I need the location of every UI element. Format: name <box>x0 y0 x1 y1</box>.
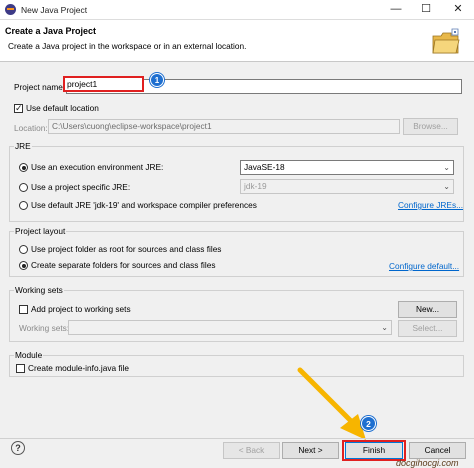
jre-option3-radio[interactable] <box>19 201 28 210</box>
jre-option1-label: Use an execution environment JRE: <box>31 162 164 172</box>
wizard-header: Create a Java Project Create a Java proj… <box>0 20 474 62</box>
step-badge-1: 1 <box>150 73 164 87</box>
wizard-title: Create a Java Project <box>5 26 97 36</box>
window-titlebar: New Java Project — ☐ ✕ <box>0 0 474 20</box>
jre-option2-label: Use a project specific JRE: <box>31 182 131 192</box>
layout-option2-label: Create separate folders for sources and … <box>31 260 216 270</box>
chevron-down-icon: ⌄ <box>381 323 388 332</box>
use-default-location-checkbox[interactable] <box>14 103 23 114</box>
footer-separator <box>0 438 474 439</box>
add-to-working-sets-label: Add project to working sets <box>31 304 131 314</box>
project-name-highlight: project1 <box>63 76 144 92</box>
wizard-subtitle: Create a Java project in the workspace o… <box>8 41 247 51</box>
use-default-location-label: Use default location <box>26 103 99 113</box>
minimize-button[interactable]: — <box>389 2 403 16</box>
jre-option1-radio[interactable] <box>19 163 28 172</box>
close-button[interactable]: ✕ <box>451 2 465 16</box>
select-working-sets-button[interactable]: Select... <box>398 320 457 337</box>
jre-environment-value: JavaSE-18 <box>244 162 285 172</box>
annotation-arrow <box>297 367 366 440</box>
create-module-info-checkbox[interactable] <box>16 364 25 373</box>
chevron-down-icon: ⌄ <box>443 182 450 191</box>
new-folder-icon <box>432 28 460 54</box>
next-button[interactable]: Next > <box>282 442 339 459</box>
project-name-label: Project name: <box>14 82 66 92</box>
finish-button[interactable]: Finish <box>345 442 403 459</box>
jre-specific-select[interactable]: jdk-19 ⌄ <box>240 179 454 194</box>
eclipse-icon <box>5 4 16 15</box>
layout-option1-radio[interactable] <box>19 245 28 254</box>
jre-option2-radio[interactable] <box>19 183 28 192</box>
jre-specific-value: jdk-19 <box>244 181 267 191</box>
jre-option3-label: Use default JRE 'jdk-19' and workspace c… <box>31 200 257 210</box>
project-name-value: project1 <box>67 79 98 89</box>
configure-default-link[interactable]: Configure default... <box>389 261 459 271</box>
jre-group-label: JRE <box>14 141 32 151</box>
cancel-button[interactable]: Cancel <box>409 442 466 459</box>
module-group-label: Module <box>14 350 44 360</box>
create-module-info-label: Create module-info.java file <box>28 363 129 373</box>
jre-environment-select[interactable]: JavaSE-18 ⌄ <box>240 160 454 175</box>
browse-button[interactable]: Browse... <box>403 118 458 135</box>
working-sets-label: Working sets: <box>19 323 70 333</box>
chevron-down-icon: ⌄ <box>443 163 450 172</box>
location-input[interactable]: C:\Users\cuong\eclipse-workspace\project… <box>48 119 400 134</box>
layout-option1-label: Use project folder as root for sources a… <box>31 244 222 254</box>
working-sets-group-label: Working sets <box>14 285 64 295</box>
add-to-working-sets-checkbox[interactable] <box>19 305 28 314</box>
configure-jres-link[interactable]: Configure JREs... <box>398 200 463 210</box>
maximize-button[interactable]: ☐ <box>419 2 433 16</box>
window-title: New Java Project <box>21 5 88 15</box>
project-layout-group-label: Project layout <box>14 226 67 236</box>
location-label: Location: <box>14 123 48 133</box>
new-working-set-button[interactable]: New... <box>398 301 457 318</box>
help-icon[interactable]: ? <box>11 441 25 455</box>
step-badge-2: 2 <box>361 416 376 431</box>
working-sets-select[interactable]: ⌄ <box>68 320 392 335</box>
back-button[interactable]: < Back <box>223 442 280 459</box>
layout-option2-radio[interactable] <box>19 261 28 270</box>
